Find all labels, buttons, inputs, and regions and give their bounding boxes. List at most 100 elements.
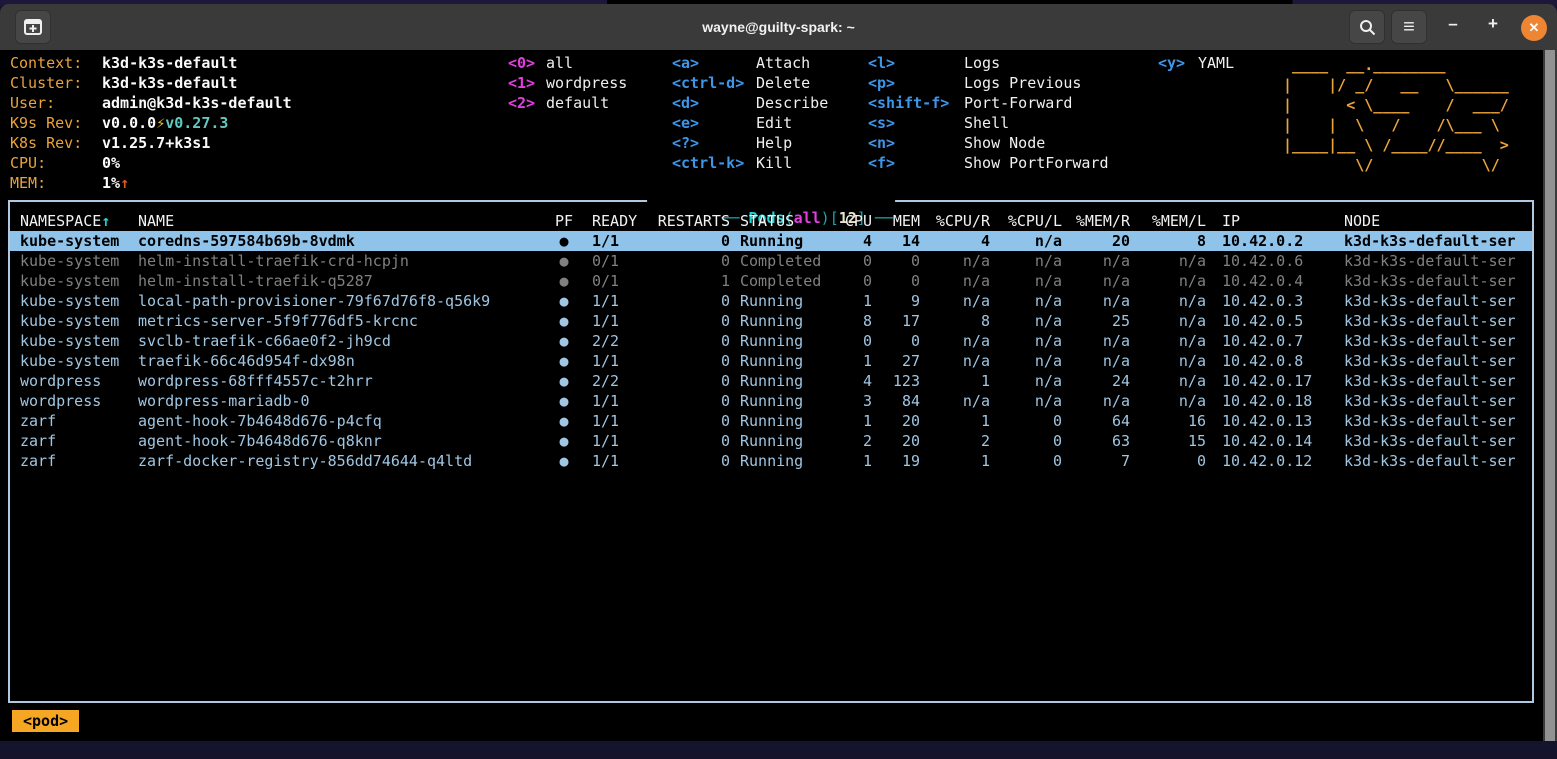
- cell-status: Running: [730, 231, 835, 251]
- cell-namespace: wordpress: [10, 391, 138, 411]
- pod-row-svclb-traefik-c66ae0f2-jh9cd[interactable]: kube-systemsvclb-traefik-c66ae0f2-jh9cd●…: [10, 331, 1532, 351]
- cell-restarts: 0: [640, 251, 730, 271]
- cell-mem_l: n/a: [1130, 391, 1206, 411]
- cell-cpu: 1: [835, 451, 872, 471]
- menu-button[interactable]: ≡: [1391, 10, 1427, 44]
- cell-cpu: 0: [835, 331, 872, 351]
- pod-row-helm-install-traefik-q5287[interactable]: kube-systemhelm-install-traefik-q5287●0/…: [10, 271, 1532, 291]
- cell-name: local-path-provisioner-79f67d76f8-q56k9: [138, 291, 550, 311]
- hotkey-logs[interactable]: <l>Logs: [868, 53, 1109, 73]
- hotkey-show-node[interactable]: <n>Show Node: [868, 133, 1109, 153]
- pod-row-agent-hook-7b4648d676-q8knr[interactable]: zarfagent-hook-7b4648d676-q8knr●1/10Runn…: [10, 431, 1532, 451]
- cell-namespace: kube-system: [10, 351, 138, 371]
- hotkey-wordpress[interactable]: <1>wordpress: [508, 73, 627, 93]
- hotkey-key: <0>: [508, 53, 546, 73]
- cell-cpu_r: 8: [920, 311, 990, 331]
- pod-row-traefik-66c46d954f-dx98n[interactable]: kube-systemtraefik-66c46d954f-dx98n●1/10…: [10, 351, 1532, 371]
- info-value: k3d-k3s-default: [102, 54, 237, 72]
- hotkey-delete[interactable]: <ctrl-d>Delete: [672, 73, 828, 93]
- cell-namespace: kube-system: [10, 231, 138, 251]
- hotkey-default[interactable]: <2>default: [508, 93, 627, 113]
- pods-table-body: kube-systemcoredns-597584b69b-8vdmk●1/10…: [10, 231, 1532, 471]
- cell-name: traefik-66c46d954f-dx98n: [138, 351, 550, 371]
- cell-restarts: 0: [640, 351, 730, 371]
- column-label: MEM: [893, 212, 920, 230]
- hotkey-shell[interactable]: <s>Shell: [868, 113, 1109, 133]
- hotkey-key: <y>: [1158, 53, 1198, 73]
- cell-cpu_r: n/a: [920, 251, 990, 271]
- cell-mem_r: n/a: [1062, 271, 1130, 291]
- column-header-restarts: RESTARTS: [640, 211, 730, 231]
- hotkey-port-forward[interactable]: <shift-f>Port-Forward: [868, 93, 1109, 113]
- cell-mem: 20: [872, 411, 920, 431]
- cell-cpu_r: 1: [920, 451, 990, 471]
- command-mode-badge: <pod>: [12, 710, 79, 732]
- pod-row-zarf-docker-registry-856dd74644-q4ltd[interactable]: zarfzarf-docker-registry-856dd74644-q4lt…: [10, 451, 1532, 471]
- cell-ready: 1/1: [578, 311, 640, 331]
- hotkey-label: Help: [756, 133, 792, 153]
- close-button[interactable]: ✕: [1521, 15, 1547, 41]
- cell-restarts: 1: [640, 271, 730, 291]
- column-label: %CPU/L: [1008, 212, 1062, 230]
- cell-node: k3d-k3s-default-ser: [1336, 231, 1532, 251]
- cell-cpu_l: 0: [990, 431, 1062, 451]
- column-header-cpu-l: %CPU/L: [990, 211, 1062, 231]
- pod-row-agent-hook-7b4648d676-p4cfq[interactable]: zarfagent-hook-7b4648d676-p4cfq●1/10Runn…: [10, 411, 1532, 431]
- hotkey-all[interactable]: <0>all: [508, 53, 627, 73]
- new-window-button[interactable]: [15, 10, 51, 44]
- cell-cpu: 8: [835, 311, 872, 331]
- hotkey-label: default: [546, 93, 609, 113]
- cell-cpu_r: n/a: [920, 331, 990, 351]
- cell-ip: 10.42.0.14: [1206, 431, 1336, 451]
- cell-name: wordpress-mariadb-0: [138, 391, 550, 411]
- cell-status: Completed: [730, 271, 835, 291]
- cell-name: agent-hook-7b4648d676-q8knr: [138, 431, 550, 451]
- cell-cpu_r: n/a: [920, 291, 990, 311]
- info-value: v1.25.7+k3s1: [102, 134, 210, 152]
- cell-namespace: wordpress: [10, 371, 138, 391]
- cell-restarts: 0: [640, 331, 730, 351]
- cell-ready: 1/1: [578, 351, 640, 371]
- hotkey-key: <ctrl-d>: [672, 73, 756, 93]
- hotkey-describe[interactable]: <d>Describe: [672, 93, 828, 113]
- cluster-info: Context:k3d-k3s-defaultCluster:k3d-k3s-d…: [10, 53, 292, 193]
- cell-status: Running: [730, 431, 835, 451]
- cell-mem_l: 0: [1130, 451, 1206, 471]
- hotkey-logs-previous[interactable]: <p>Logs Previous: [868, 73, 1109, 93]
- maximize-button[interactable]: +: [1480, 14, 1506, 34]
- hamburger-icon: ≡: [1403, 16, 1415, 39]
- hotkey-label: all: [546, 53, 573, 73]
- hotkey-label: wordpress: [546, 73, 627, 93]
- hotkey-attach[interactable]: <a>Attach: [672, 53, 828, 73]
- pod-row-local-path-provisioner-79f67d76f8-q56k9[interactable]: kube-systemlocal-path-provisioner-79f67d…: [10, 291, 1532, 311]
- pod-row-wordpress-mariadb-0[interactable]: wordpresswordpress-mariadb-0●1/10Running…: [10, 391, 1532, 411]
- column-label: NODE: [1344, 212, 1380, 230]
- pf-dot-icon: ●: [550, 451, 578, 471]
- pod-row-coredns-597584b69b-8vdmk[interactable]: kube-systemcoredns-597584b69b-8vdmk●1/10…: [10, 231, 1532, 251]
- hotkey-edit[interactable]: <e>Edit: [672, 113, 828, 133]
- cell-mem_r: 25: [1062, 311, 1130, 331]
- cluster-info-row-user: User:admin@k3d-k3s-default: [10, 93, 292, 113]
- hotkey-help[interactable]: <?>Help: [672, 133, 828, 153]
- search-button[interactable]: [1349, 10, 1385, 44]
- cell-status: Running: [730, 451, 835, 471]
- pod-row-metrics-server-5f9f776df5-krcnc[interactable]: kube-systemmetrics-server-5f9f776df5-krc…: [10, 311, 1532, 331]
- upgrade-version: v0.27.3: [165, 114, 228, 132]
- hotkey-key: <2>: [508, 93, 546, 113]
- cell-mem_l: n/a: [1130, 371, 1206, 391]
- cell-cpu: 0: [835, 251, 872, 271]
- info-label: K9s Rev:: [10, 113, 102, 133]
- hotkey-label: Show PortForward: [964, 153, 1109, 173]
- scrollbar-thumb[interactable]: [1545, 50, 1555, 741]
- hotkey-kill[interactable]: <ctrl-k>Kill: [672, 153, 828, 173]
- cell-mem_r: n/a: [1062, 291, 1130, 311]
- pod-row-wordpress-68fff4557c-t2hrr[interactable]: wordpresswordpress-68fff4557c-t2hrr●2/20…: [10, 371, 1532, 391]
- namespace-hotkeys: <0>all<1>wordpress<2>default: [508, 53, 627, 113]
- info-label: User:: [10, 93, 102, 113]
- hotkey-label: Logs Previous: [964, 73, 1081, 93]
- pod-row-helm-install-traefik-crd-hcpjn[interactable]: kube-systemhelm-install-traefik-crd-hcpj…: [10, 251, 1532, 271]
- minimize-button[interactable]: –: [1440, 14, 1466, 34]
- cell-ip: 10.42.0.17: [1206, 371, 1336, 391]
- hotkey-yaml[interactable]: <y>YAML: [1158, 53, 1234, 73]
- hotkey-show-portforward[interactable]: <f>Show PortForward: [868, 153, 1109, 173]
